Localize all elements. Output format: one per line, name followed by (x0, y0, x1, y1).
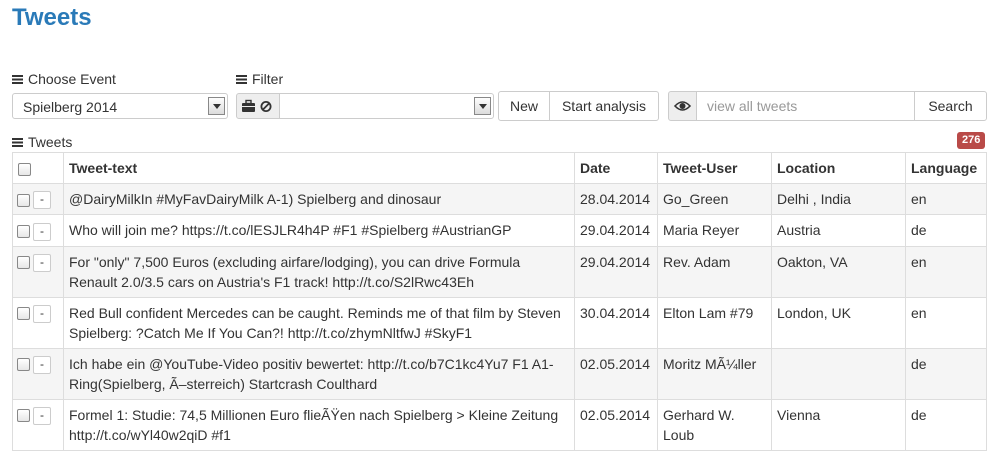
row-controls: - (12, 347, 64, 400)
row-controls: - (12, 245, 64, 298)
tweet-text-cell: @DairyMilkIn #MyFavDairyMilk A-1) Spielb… (63, 182, 575, 216)
date-cell: 02.05.2014 (574, 398, 658, 451)
new-button[interactable]: New (498, 91, 550, 121)
date-cell: 29.04.2014 (574, 214, 658, 247)
tweet-text-cell: For "only" 7,500 Euros (excluding airfar… (63, 245, 575, 298)
tweet-user-cell: Gerhard W. Loub (657, 398, 772, 451)
column-header-tweet-text[interactable]: Tweet-text (63, 152, 575, 184)
row-controls: - (12, 296, 64, 349)
language-cell: de (905, 398, 987, 451)
table-header-row: Tweet-text Date Tweet-User Location Lang… (12, 152, 987, 184)
language-cell: en (905, 245, 987, 298)
location-cell: London, UK (771, 296, 906, 349)
search-input[interactable] (696, 91, 915, 121)
remove-row-button[interactable]: - (33, 355, 51, 374)
tweet-user-cell: Rev. Adam (657, 245, 772, 298)
remove-row-button[interactable]: - (33, 222, 51, 241)
row-checkbox[interactable] (17, 358, 30, 372)
table-row[interactable]: - For "only" 7,500 Euros (excluding airf… (12, 245, 987, 298)
briefcase-icon (242, 99, 272, 112)
row-checkbox[interactable] (17, 307, 30, 321)
column-header-tweet-user[interactable]: Tweet-User (657, 152, 772, 184)
tweet-count-badge: 276 (957, 132, 986, 149)
location-cell: Austria (771, 214, 906, 247)
start-analysis-button[interactable]: Start analysis (549, 91, 659, 121)
filter-label: Filter (236, 71, 283, 87)
tweets-label: Tweets (12, 134, 72, 150)
list-icon (12, 74, 23, 84)
select-all-cell (12, 152, 64, 184)
chevron-down-icon[interactable] (208, 97, 225, 115)
date-cell: 30.04.2014 (574, 296, 658, 349)
location-cell: Delhi , India (771, 182, 906, 216)
date-cell: 28.04.2014 (574, 182, 658, 216)
row-controls: - (12, 182, 64, 216)
language-cell: en (905, 182, 987, 216)
table-row[interactable]: - Red Bull confident Mercedes can be cau… (12, 296, 987, 349)
column-header-date[interactable]: Date (574, 152, 658, 184)
tweet-user-cell: Moritz MÃ¼ller (657, 347, 772, 400)
tweets-table: Tweet-text Date Tweet-User Location Lang… (12, 152, 987, 451)
list-icon (12, 137, 23, 147)
row-checkbox[interactable] (17, 193, 30, 207)
row-controls: - (12, 214, 64, 247)
remove-row-button[interactable]: - (33, 253, 51, 272)
table-row[interactable]: - Formel 1: Studie: 74,5 Millionen Euro … (12, 398, 987, 451)
eye-icon (673, 101, 692, 111)
column-header-language[interactable]: Language (905, 152, 987, 184)
language-cell: de (905, 214, 987, 247)
filter-label-text: Filter (252, 71, 284, 87)
chevron-down-icon[interactable] (474, 97, 491, 115)
page-title: Tweets (12, 4, 92, 31)
table-row[interactable]: - Ich habe ein @YouTube-Video positiv be… (12, 347, 987, 400)
filter-addon (236, 93, 280, 119)
select-all-checkbox[interactable] (18, 162, 31, 176)
row-checkbox[interactable] (17, 256, 30, 270)
tweet-user-cell: Go_Green (657, 182, 772, 216)
tweet-text-cell: Ich habe ein @YouTube-Video positiv bewe… (63, 347, 575, 400)
search-button[interactable]: Search (914, 91, 987, 121)
table-row[interactable]: - @DairyMilkIn #MyFavDairyMilk A-1) Spie… (12, 182, 987, 216)
tweet-user-cell: Maria Reyer (657, 214, 772, 247)
tweet-user-cell: Elton Lam #79 (657, 296, 772, 349)
event-select-value: Spielberg 2014 (23, 99, 118, 115)
event-select[interactable]: Spielberg 2014 (12, 93, 228, 119)
table-row[interactable]: - Who will join me? https://t.co/lESJLR4… (12, 214, 987, 247)
location-cell: Vienna (771, 398, 906, 451)
location-cell (771, 347, 906, 400)
column-header-location[interactable]: Location (771, 152, 906, 184)
remove-row-button[interactable]: - (33, 304, 51, 323)
list-icon (236, 74, 247, 84)
search-addon (668, 91, 697, 121)
tweets-label-text: Tweets (28, 134, 73, 150)
choose-event-label-text: Choose Event (28, 71, 116, 87)
language-cell: de (905, 347, 987, 400)
location-cell: Oakton, VA (771, 245, 906, 298)
row-checkbox[interactable] (17, 225, 30, 239)
date-cell: 29.04.2014 (574, 245, 658, 298)
date-cell: 02.05.2014 (574, 347, 658, 400)
remove-row-button[interactable]: - (33, 191, 51, 210)
language-cell: en (905, 296, 987, 349)
remove-row-button[interactable]: - (33, 406, 51, 425)
tweet-text-cell: Red Bull confident Mercedes can be caugh… (63, 296, 575, 349)
tweet-text-cell: Formel 1: Studie: 74,5 Millionen Euro fl… (63, 398, 575, 451)
row-controls: - (12, 398, 64, 451)
choose-event-label: Choose Event (12, 71, 116, 87)
tweet-text-cell: Who will join me? https://t.co/lESJLR4h4… (63, 214, 575, 247)
filter-select[interactable] (279, 93, 494, 119)
row-checkbox[interactable] (17, 409, 30, 423)
